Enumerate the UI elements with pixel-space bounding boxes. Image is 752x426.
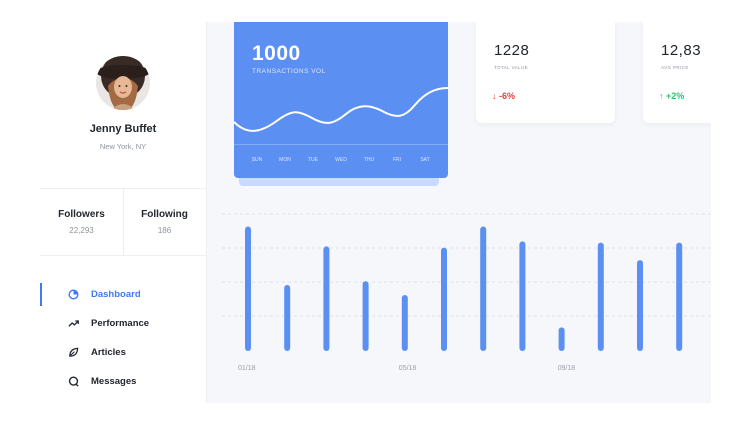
- weekday-label: TUE: [308, 157, 318, 163]
- chart-bar[interactable]: [362, 281, 369, 351]
- weekday-label: FRI: [392, 157, 402, 163]
- following-count: 186: [157, 226, 172, 235]
- chart-bar[interactable]: [323, 246, 330, 351]
- following-label: Following: [141, 209, 188, 220]
- bar-chart: 01/18 05/18 09/18: [222, 213, 711, 372]
- followers-stat[interactable]: Followers 22,293: [40, 189, 124, 255]
- transactions-label: TRANSACTIONS VOL: [252, 68, 326, 75]
- total-value: 1228: [494, 42, 530, 59]
- chat-icon: [67, 375, 79, 387]
- profile-location: New York, NY: [99, 142, 147, 151]
- sidebar-item-articles[interactable]: Articles: [40, 338, 206, 367]
- transactions-wave-line: [234, 87, 448, 132]
- avatar[interactable]: [96, 56, 150, 110]
- avg-price-value: 12,83: [661, 42, 702, 59]
- total-value-card[interactable]: 1228 TOTAL VALUE ↓ -6%: [476, 22, 615, 123]
- x-tick-label: 05/18: [399, 365, 417, 372]
- following-stat[interactable]: Following 186: [123, 189, 206, 255]
- chart-bar[interactable]: [441, 247, 447, 351]
- avg-price-label: AVG PRICE: [661, 65, 689, 70]
- leaf-icon: [67, 346, 79, 358]
- chart-bar[interactable]: [558, 327, 565, 351]
- weekday-label: THU: [363, 157, 375, 163]
- dashboard-frame: Jenny Buffet New York, NY Followers 22,2…: [40, 22, 711, 403]
- chart-bar[interactable]: [597, 242, 604, 351]
- chart-bar[interactable]: [245, 226, 251, 351]
- chart-bar[interactable]: [637, 260, 643, 351]
- sidebar-item-dashboard[interactable]: Dashboard: [40, 280, 206, 309]
- chart-bar[interactable]: [284, 284, 291, 351]
- chart-bar[interactable]: [480, 226, 487, 351]
- transactions-card[interactable]: 1000 TRANSACTIONS VOL SUN MON TUE WED TH…: [234, 22, 448, 178]
- weekday-label: WED: [335, 157, 347, 163]
- sidebar-item-label: Articles: [91, 347, 126, 358]
- sidebar-item-label: Messages: [91, 376, 137, 387]
- sidebar-item-performance[interactable]: Performance: [40, 309, 206, 338]
- clock-pie-icon: [67, 288, 79, 300]
- weekday-label: MON: [279, 157, 291, 163]
- weekday-label: SAT: [420, 157, 430, 163]
- profile-stats: Followers 22,293 Following 186: [40, 188, 206, 256]
- total-value-change: ↓ -6%: [492, 91, 516, 101]
- chart-bar[interactable]: [676, 242, 683, 351]
- avg-price-card[interactable]: 12,83 AVG PRICE ↑ +2%: [643, 22, 711, 123]
- sidebar: Jenny Buffet New York, NY Followers 22,2…: [40, 22, 207, 403]
- sidebar-item-label: Dashboard: [91, 289, 141, 300]
- chart-bar[interactable]: [401, 294, 408, 351]
- x-tick-label: 01/18: [238, 365, 256, 372]
- weekday-label: SUN: [251, 157, 263, 163]
- profile-name: Jenny Buffet: [89, 123, 157, 135]
- trend-up-icon: [67, 317, 79, 329]
- total-value-label: TOTAL VALUE: [494, 65, 528, 70]
- chart-bar[interactable]: [519, 241, 526, 351]
- sidebar-nav: Dashboard Performance Articles Messages: [40, 280, 206, 396]
- weekday-labels: SUN MON TUE WED THU FRI SAT: [244, 157, 438, 163]
- followers-count: 22,293: [69, 226, 94, 235]
- sidebar-item-messages[interactable]: Messages: [40, 367, 206, 396]
- followers-label: Followers: [58, 209, 105, 220]
- x-tick-label: 09/18: [558, 365, 576, 372]
- avg-price-change: ↑ +2%: [659, 91, 685, 101]
- transactions-value: 1000: [252, 42, 301, 65]
- sidebar-item-label: Performance: [91, 318, 150, 329]
- card-divider: [234, 144, 448, 145]
